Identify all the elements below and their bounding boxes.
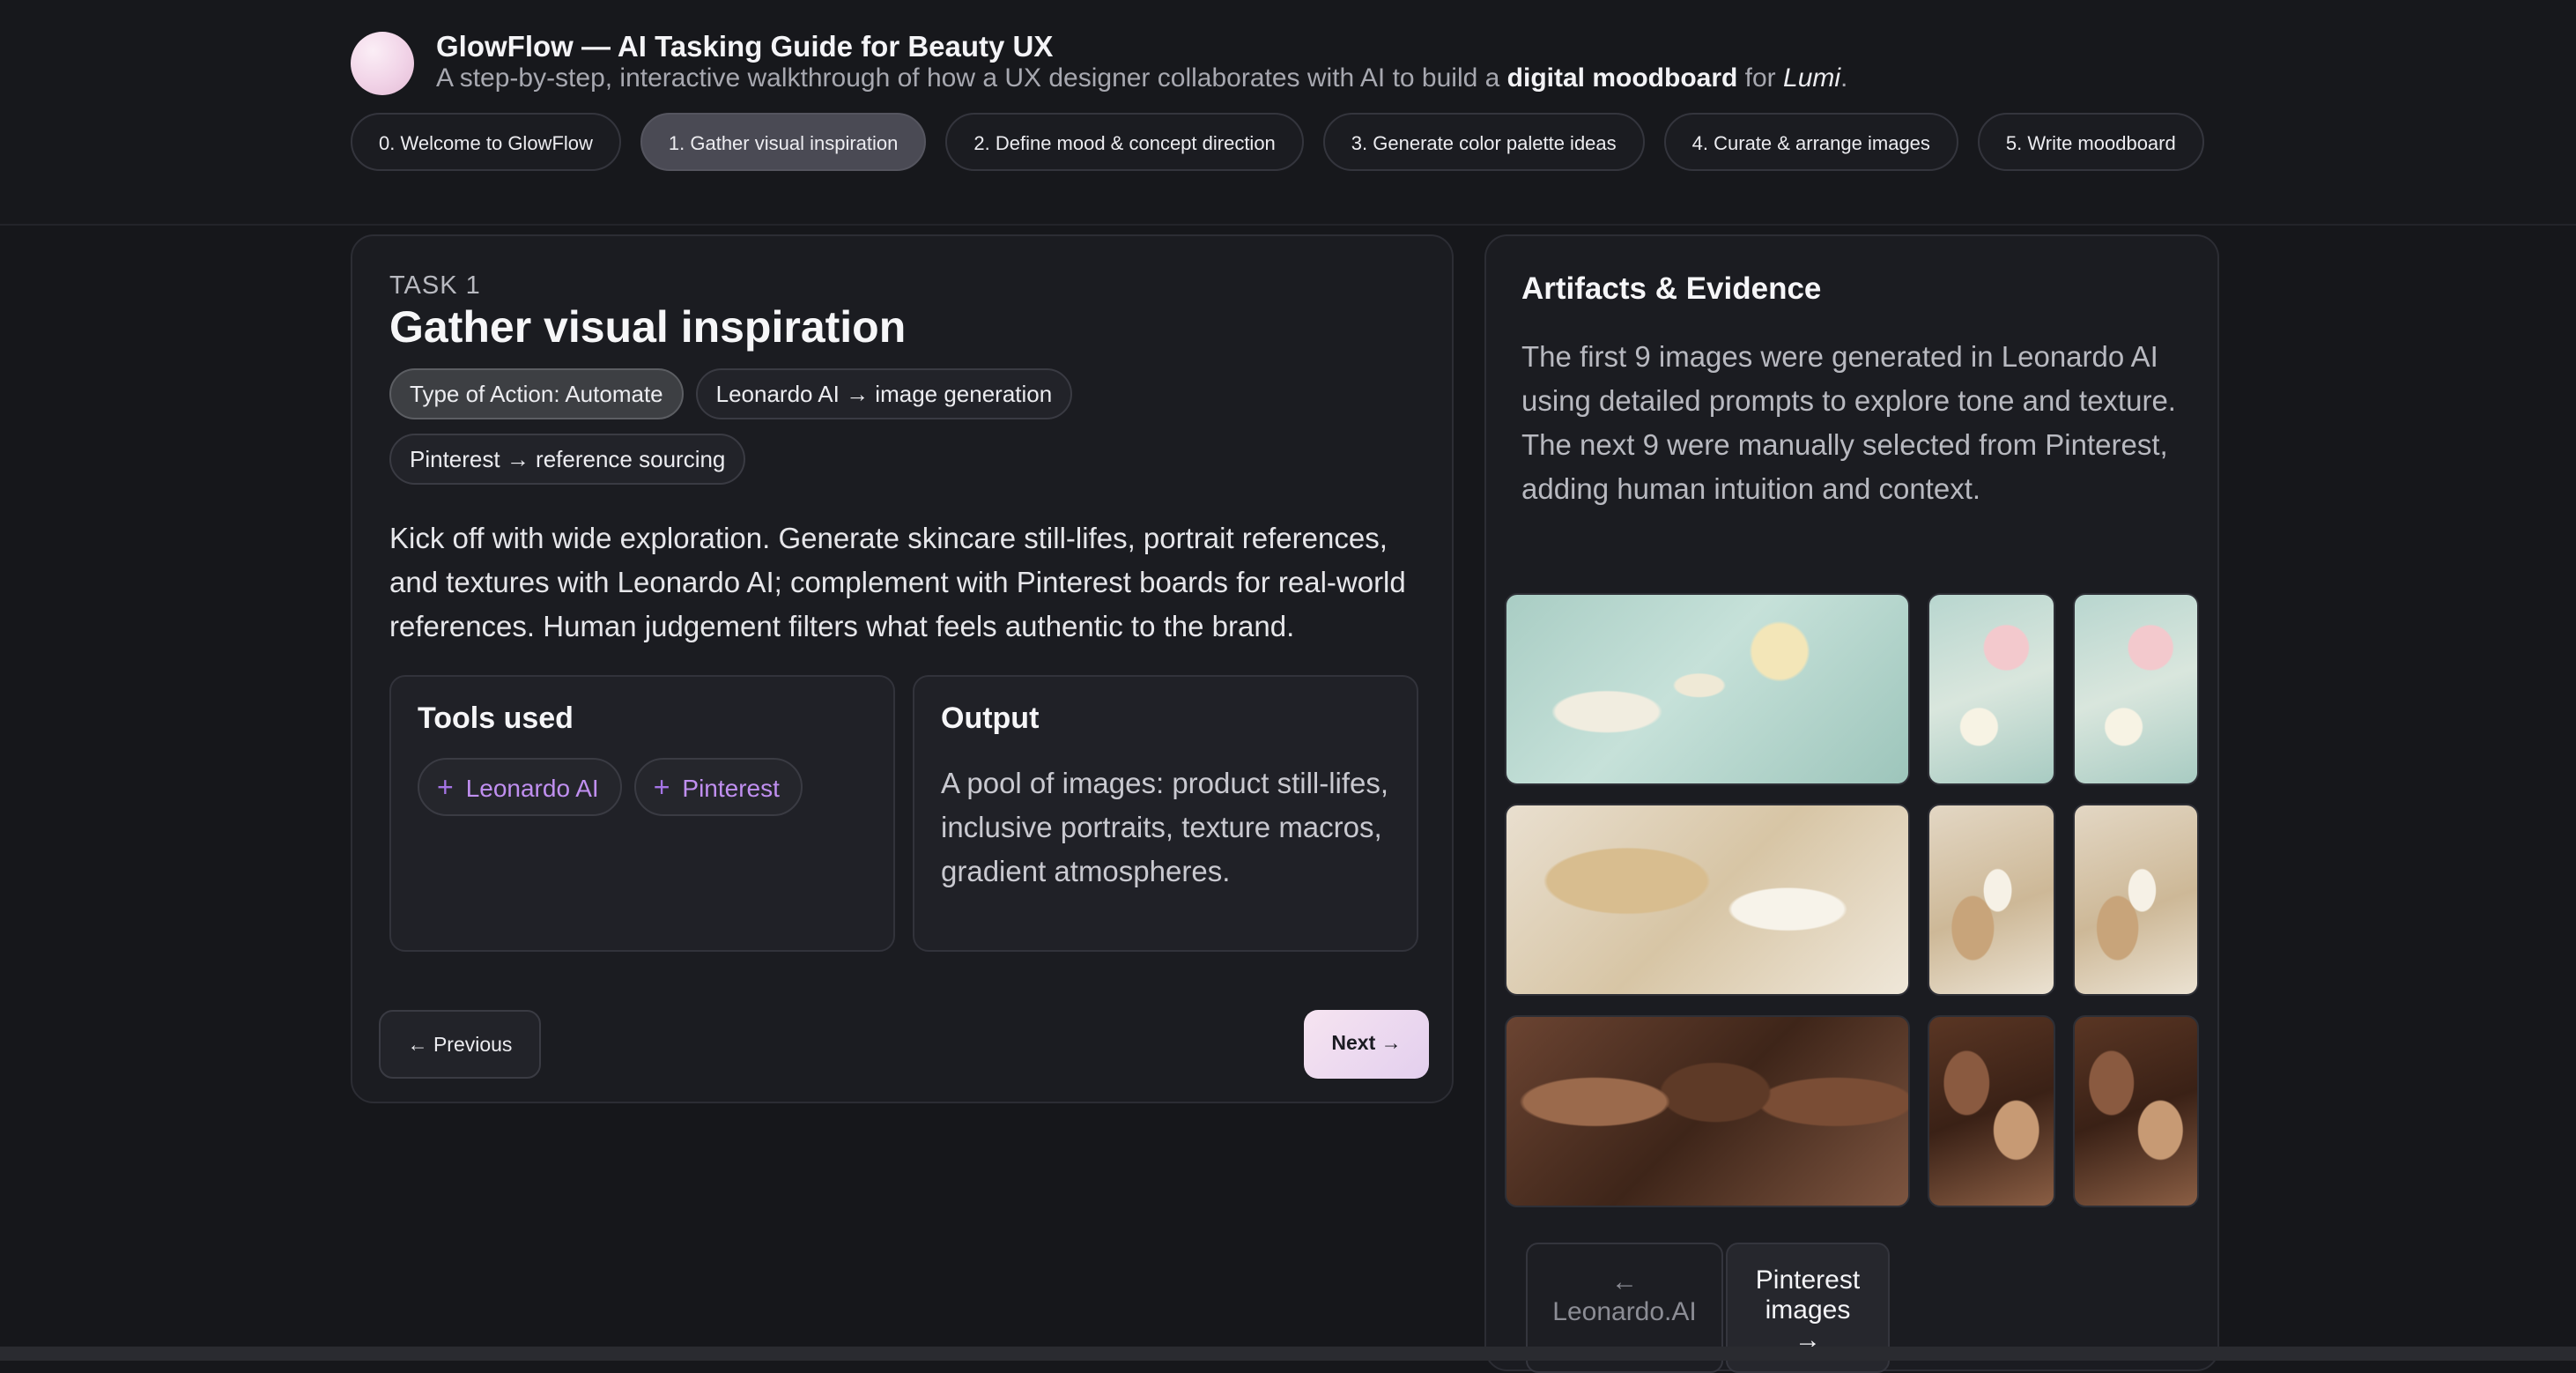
subtitle-connector: for [1737,63,1784,93]
tool-pinterest[interactable]: + Pinterest [633,758,803,816]
gallery-image-7[interactable] [1505,1015,1910,1207]
tool-chip-leonardo: Leonardo AI → image generation [695,368,1073,419]
subtitle-text: A step-by-step, interactive walkthrough … [436,63,1507,93]
gallery-image-9[interactable] [2073,1015,2199,1207]
plus-icon: + [653,771,670,803]
tab-step-3[interactable]: 3. Generate color palette ideas [1322,113,1645,171]
task-description: Kick off with wide exploration. Generate… [389,522,1406,642]
arrow-left-icon: ← [1611,1267,1638,1296]
subtitle-period: . [1840,63,1848,93]
tab-step-4[interactable]: 4. Curate & arrange images [1663,113,1958,171]
tab-step-5[interactable]: 5. Write moodboard [1977,113,2204,171]
next-button[interactable]: Next → [1304,1010,1429,1079]
task-title: Gather visual inspiration [389,302,907,352]
step-tabs: 0. Welcome to GlowFlow 1. Gather visual … [351,113,2218,174]
gallery-image-2[interactable] [1928,593,2055,785]
tools-list: + Leonardo AI + Pinterest [418,758,803,816]
pager-next-label: Pinterest images [1755,1265,1861,1325]
task-card: TASK 1 Gather visual inspiration Type of… [351,234,1454,1103]
tab-step-1[interactable]: 1. Gather visual inspiration [640,113,927,171]
gallery-image-5[interactable] [1928,804,2055,996]
brand-logo [351,32,414,95]
output-title: Output [941,701,1040,735]
gallery-image-4[interactable] [1505,804,1910,996]
gallery-image-6[interactable] [2073,804,2199,996]
tool-chip-pinterest: Pinterest → reference sourcing [389,434,746,485]
tab-step-2[interactable]: 2. Define mood & concept direction [945,113,1304,171]
output-text: A pool of images: product still-lifes, i… [941,767,1389,887]
subtitle-emphasis: digital moodboard [1506,63,1738,93]
output-card: Output A pool of images: product still-l… [913,675,1418,952]
gallery-image-8[interactable] [1928,1015,2055,1207]
horizontal-scrollbar[interactable] [0,1347,2576,1361]
tools-used-title: Tools used [418,701,574,735]
tool-label: Leonardo AI [465,775,599,802]
page-subtitle: A step-by-step, interactive walkthrough … [436,63,1847,93]
gallery-image-3[interactable] [2073,593,2199,785]
tool-label: Pinterest [682,775,780,802]
plus-icon: + [437,771,454,803]
task-label: TASK 1 [389,271,481,300]
top-header: GlowFlow — AI Tasking Guide for Beauty U… [0,0,2576,226]
action-type-chip: Type of Action: Automate [389,368,684,419]
page-title: GlowFlow — AI Tasking Guide for Beauty U… [436,30,1054,63]
tools-used-card: Tools used + Leonardo AI + Pinterest [389,675,895,952]
tab-step-0[interactable]: 0. Welcome to GlowFlow [351,113,621,171]
task-chips: Type of Action: Automate Leonardo AI → im… [389,368,1358,499]
gallery-image-1[interactable] [1505,593,1910,785]
tool-leonardo-ai[interactable]: + Leonardo AI [418,758,622,816]
artifacts-title: Artifacts & Evidence [1521,271,1822,306]
pager-prev-label: Leonardo.AI [1552,1297,1697,1326]
previous-button[interactable]: ← Previous [379,1010,541,1079]
subtitle-brand: Lumi [1783,63,1841,93]
artifacts-text: The first 9 images were generated in Leo… [1521,340,2176,505]
